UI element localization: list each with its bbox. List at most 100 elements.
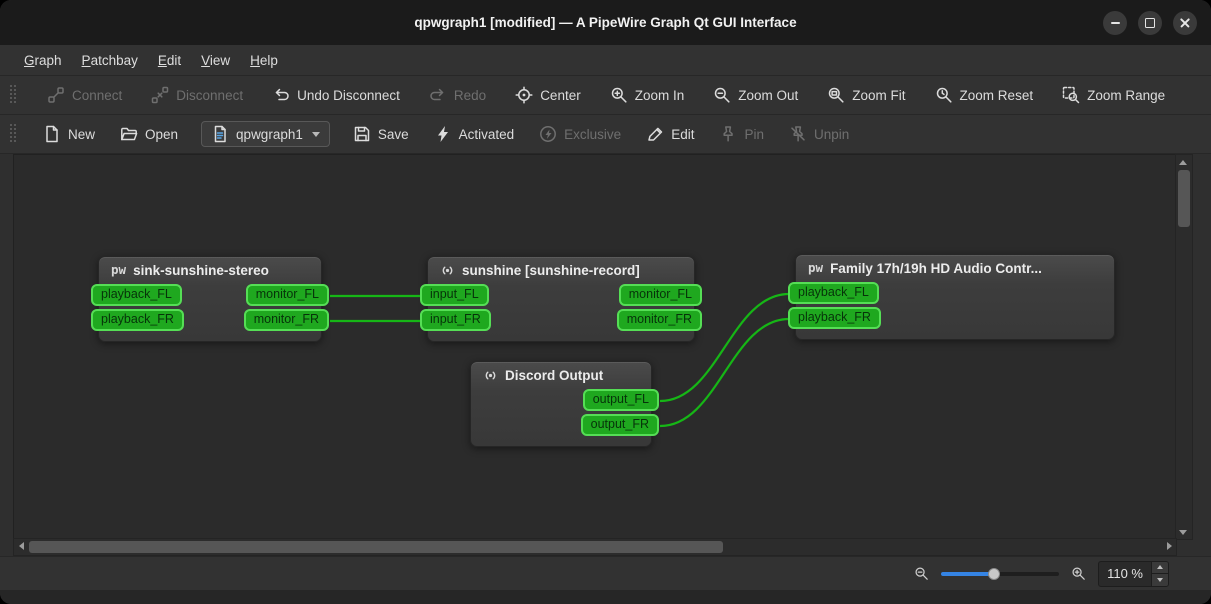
zoom-fit-label: Zoom Fit xyxy=(852,87,906,103)
port-playback-fr[interactable]: playback_FR xyxy=(91,309,184,331)
minimize-button[interactable] xyxy=(1103,10,1127,35)
minimize-icon xyxy=(1110,21,1120,24)
vertical-scrollbar-handle[interactable] xyxy=(1178,170,1190,227)
arrow-right-icon xyxy=(1166,542,1172,550)
node-family-hd-audio[interactable]: pw Family 17h/19h HD Audio Contr... play… xyxy=(788,254,1115,340)
scroll-right-button[interactable] xyxy=(1162,539,1176,553)
window-bottom-edge xyxy=(0,590,1211,604)
zoom-reset-button[interactable]: Zoom Reset xyxy=(933,82,1036,108)
new-label: New xyxy=(68,126,96,142)
port-input-fr[interactable]: input_FR xyxy=(420,309,491,331)
redo-button[interactable]: Redo xyxy=(427,82,488,108)
chevron-down-icon xyxy=(311,131,320,137)
node-title: sunshine [sunshine-record] xyxy=(462,263,640,278)
patchbay-toolbar: New Open qpwgraph1 Save Activated Exclus… xyxy=(0,115,1211,154)
open-button[interactable]: Open xyxy=(118,121,180,147)
zoom-out-label: Zoom Out xyxy=(738,87,799,103)
vertical-scrollbar[interactable] xyxy=(1175,154,1193,540)
zoom-reset-icon xyxy=(935,86,953,104)
toolbar-drag-handle[interactable] xyxy=(10,124,16,144)
pipewire-icon: pw xyxy=(111,262,127,278)
audio-device-icon xyxy=(483,368,498,383)
disconnect-button[interactable]: Disconnect xyxy=(149,82,245,108)
zoom-in-button[interactable]: Zoom In xyxy=(608,82,687,108)
menu-help[interactable]: Help xyxy=(240,48,288,73)
spin-up-button[interactable] xyxy=(1152,561,1168,573)
exclusive-button[interactable]: Exclusive xyxy=(537,121,623,147)
menu-patchbay[interactable]: Patchbay xyxy=(72,48,148,73)
zoom-slider-fill xyxy=(941,571,995,576)
zoom-slider[interactable] xyxy=(941,566,1060,582)
pin-button[interactable]: Pin xyxy=(717,121,766,147)
zoom-slider-handle[interactable] xyxy=(988,567,1001,580)
port-input-fl[interactable]: input_FL xyxy=(420,284,489,306)
connect-button[interactable]: Connect xyxy=(45,82,124,108)
unpin-label: Unpin xyxy=(813,126,850,142)
circled-lightning-icon xyxy=(539,125,557,143)
zoom-out-button[interactable]: Zoom Out xyxy=(711,82,800,108)
arrow-down-icon xyxy=(1179,529,1187,535)
port-playback-fl[interactable]: playback_FL xyxy=(91,284,182,306)
menu-graph[interactable]: Graph xyxy=(14,48,72,73)
new-button[interactable]: New xyxy=(41,121,97,147)
menubar: Graph Patchbay Edit View Help xyxy=(0,45,1211,76)
unpin-button[interactable]: Unpin xyxy=(787,121,851,147)
redo-label: Redo xyxy=(453,87,487,103)
menu-view[interactable]: View xyxy=(191,48,240,73)
node-sunshine-record[interactable]: sunshine [sunshine-record] input_FL moni… xyxy=(420,256,702,342)
open-label: Open xyxy=(145,126,179,142)
zoom-spinbox[interactable]: 110 % xyxy=(1098,560,1169,587)
port-monitor-fr[interactable]: monitor_FR xyxy=(243,309,329,331)
undo-disconnect-label: Undo Disconnect xyxy=(297,87,400,103)
maximize-button[interactable] xyxy=(1138,10,1162,35)
spinbox-arrows xyxy=(1151,561,1168,586)
close-button[interactable] xyxy=(1173,10,1197,35)
spin-down-button[interactable] xyxy=(1152,573,1168,586)
graph-canvas[interactable]: pw sink-sunshine-stereo playback_FL moni… xyxy=(13,154,1177,540)
port-monitor-fl[interactable]: monitor_FL xyxy=(245,284,329,306)
center-button[interactable]: Center xyxy=(513,82,583,108)
node-header: Discord Output xyxy=(471,362,651,386)
graph-toolbar: Connect Disconnect Undo Disconnect Redo … xyxy=(0,76,1211,115)
zoom-slider-track[interactable] xyxy=(941,571,1060,576)
window-controls xyxy=(1103,0,1197,45)
port-playback-fl[interactable]: playback_FL xyxy=(788,282,879,304)
port-monitor-fl[interactable]: monitor_FL xyxy=(618,284,702,306)
zoom-range-button[interactable]: Zoom Range xyxy=(1060,82,1167,108)
undo-disconnect-button[interactable]: Undo Disconnect xyxy=(270,82,402,108)
undo-icon xyxy=(272,86,290,104)
node-discord-output[interactable]: Discord Output output_FL output_FR xyxy=(470,361,659,447)
activated-button[interactable]: Activated xyxy=(432,121,517,147)
scroll-left-button[interactable] xyxy=(14,539,28,553)
port-playback-fr[interactable]: playback_FR xyxy=(788,307,881,329)
port-output-fl[interactable]: output_FL xyxy=(582,389,659,411)
audio-device-icon xyxy=(440,263,455,278)
zoom-out-icon xyxy=(713,86,731,104)
unpin-icon xyxy=(789,125,807,143)
titlebar[interactable]: qpwgraph1 [modified] — A PipeWire Graph … xyxy=(0,0,1211,45)
node-title: Discord Output xyxy=(505,368,604,383)
toolbar-drag-handle[interactable] xyxy=(10,85,16,105)
pin-icon xyxy=(719,125,737,143)
zoom-fit-button[interactable]: Zoom Fit xyxy=(825,82,907,108)
arrow-down-icon xyxy=(1157,577,1163,582)
horizontal-scrollbar-handle[interactable] xyxy=(29,541,723,553)
lightning-icon xyxy=(434,125,452,143)
edit-button[interactable]: Edit xyxy=(644,121,696,147)
scroll-up-button[interactable] xyxy=(1176,155,1190,169)
zoom-fit-icon xyxy=(827,86,845,104)
edit-label: Edit xyxy=(671,126,695,142)
port-monitor-fr[interactable]: monitor_FR xyxy=(616,309,702,331)
save-button[interactable]: Save xyxy=(351,121,411,147)
port-output-fr[interactable]: output_FR xyxy=(580,414,659,436)
connect-label: Connect xyxy=(72,87,123,103)
arrow-left-icon xyxy=(18,542,24,550)
node-header: pw Family 17h/19h HD Audio Contr... xyxy=(796,255,1114,279)
pencil-icon xyxy=(646,125,664,143)
zoom-range-icon xyxy=(1062,86,1080,104)
patchbay-selector[interactable]: qpwgraph1 xyxy=(201,121,330,147)
horizontal-scrollbar[interactable] xyxy=(13,538,1177,556)
menu-edit[interactable]: Edit xyxy=(148,48,191,73)
node-sink-sunshine-stereo[interactable]: pw sink-sunshine-stereo playback_FL moni… xyxy=(91,256,329,342)
scroll-down-button[interactable] xyxy=(1176,525,1190,539)
